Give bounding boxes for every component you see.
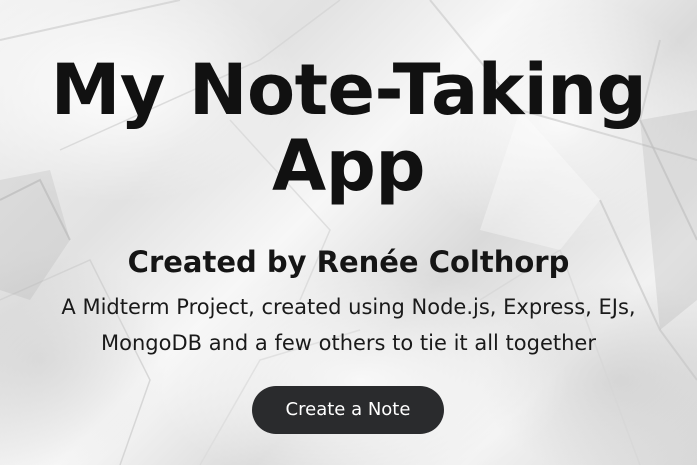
title-line-1: My Note-Taking [50,49,647,131]
page-title: My Note-Taking App [0,52,697,204]
project-description: A Midterm Project, created using Node.js… [20,289,677,361]
description-line-1: A Midterm Project, created using Node.js… [61,295,636,319]
create-note-button[interactable]: Create a Note [252,386,444,434]
author-subtitle: Created by Renée Colthorp [127,245,570,279]
description-line-2: MongoDB and a few others to tie it all t… [101,331,596,355]
title-line-2: App [272,125,425,207]
